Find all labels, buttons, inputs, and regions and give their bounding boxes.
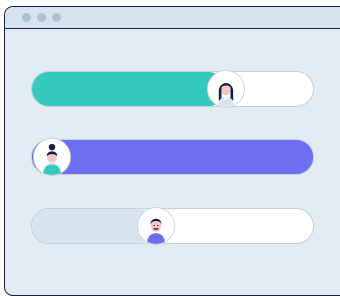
window-minimize-button[interactable] — [37, 13, 46, 22]
progress-fill — [32, 140, 313, 174]
woman-bun-hair-icon[interactable] — [32, 138, 71, 176]
progress-bar-user-1 — [31, 70, 314, 108]
window-maximize-button[interactable] — [52, 13, 61, 22]
progress-bar-user-3 — [31, 207, 314, 245]
window-close-button[interactable] — [22, 13, 31, 22]
title-bar — [5, 7, 340, 29]
progress-fill — [32, 72, 226, 106]
progress-bar-user-2 — [31, 138, 314, 176]
man-mustache-icon[interactable] — [136, 207, 175, 245]
woman-long-hair-icon[interactable] — [206, 70, 245, 108]
app-window — [4, 6, 340, 296]
